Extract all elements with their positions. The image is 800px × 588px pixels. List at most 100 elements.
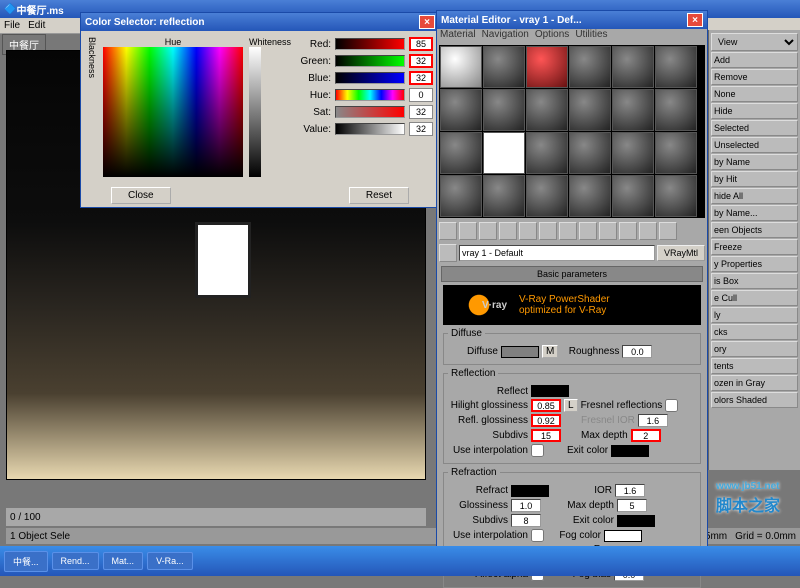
pick-icon[interactable] [439,244,457,262]
cmd-item[interactable]: by Hit [711,171,798,187]
cmd-item[interactable]: Freeze [711,239,798,255]
material-swatch[interactable] [483,132,525,174]
view-dropdown[interactable]: View [711,33,798,51]
refr-maxdepth-spinner[interactable] [617,499,647,512]
material-swatches[interactable] [439,45,705,218]
material-swatch[interactable] [612,132,654,174]
material-name-input[interactable] [459,245,655,261]
l-button[interactable]: L [564,399,578,412]
material-swatch[interactable] [440,89,482,131]
menu-file[interactable]: File [4,20,20,31]
none-button[interactable]: None [711,86,798,102]
channel-value[interactable] [409,122,433,136]
material-swatch[interactable] [569,132,611,174]
cmd-item[interactable]: by Name... [711,205,798,221]
cmd-item[interactable]: tents [711,358,798,374]
material-swatch[interactable] [612,46,654,88]
menu-utilities[interactable]: Utilities [575,29,607,43]
material-swatch[interactable] [440,132,482,174]
material-swatch[interactable] [655,132,697,174]
toolbar-icon[interactable] [519,222,537,240]
toolbar-icon[interactable] [479,222,497,240]
color-titlebar[interactable]: Color Selector: reflection × [81,13,439,31]
close-icon[interactable]: × [419,15,435,29]
channel-value[interactable] [409,71,433,85]
material-swatch[interactable] [526,89,568,131]
toolbar-icon[interactable] [459,222,477,240]
refract-swatch[interactable] [511,485,549,497]
material-swatch[interactable] [526,175,568,217]
material-swatch[interactable] [655,175,697,217]
material-swatch[interactable] [569,89,611,131]
menu-edit[interactable]: Edit [28,20,45,31]
channel-slider[interactable] [335,55,405,67]
toolbar-icon[interactable] [539,222,557,240]
material-swatch[interactable] [655,89,697,131]
material-swatch[interactable] [440,175,482,217]
channel-slider[interactable] [335,106,405,118]
cmd-item[interactable]: Unselected [711,137,798,153]
remove-button[interactable]: Remove [711,69,798,85]
menu-options[interactable]: Options [535,29,569,43]
toolbar-icon[interactable] [439,222,457,240]
material-type-button[interactable]: VRayMtl [657,245,705,261]
cmd-item[interactable]: Selected [711,120,798,136]
add-button[interactable]: Add [711,52,798,68]
hilight-glossiness-spinner[interactable] [531,399,561,412]
cmd-item[interactable]: een Objects [711,222,798,238]
mat-menubar[interactable]: Material Navigation Options Utilities [437,29,707,43]
material-swatch[interactable] [483,89,525,131]
mat-titlebar[interactable]: Material Editor - vray 1 - Def... × [437,11,707,29]
diffuse-map-button[interactable]: M [542,345,558,358]
cmd-item[interactable]: ly [711,307,798,323]
refr-gloss-spinner[interactable] [511,499,541,512]
cmd-item[interactable]: olors Shaded [711,392,798,408]
cmd-item[interactable]: Hide [711,103,798,119]
timeline[interactable]: 0 / 100 [6,508,426,526]
close-button[interactable]: Close [111,187,171,204]
material-swatch[interactable] [655,46,697,88]
menu-navigation[interactable]: Navigation [482,29,529,43]
refl-glossiness-spinner[interactable] [531,414,561,427]
cmd-item[interactable]: y Properties [711,256,798,272]
channel-slider[interactable] [335,123,405,135]
channel-value[interactable] [409,37,433,51]
interp-checkbox[interactable] [531,444,544,457]
channel-slider[interactable] [335,72,405,84]
close-icon[interactable]: × [687,13,703,27]
channel-slider[interactable] [335,89,405,101]
diffuse-swatch[interactable] [501,346,539,358]
cmd-item[interactable]: by Name [711,154,798,170]
toolbar-icon[interactable] [559,222,577,240]
material-swatch[interactable] [526,46,568,88]
toolbar-icon[interactable] [579,222,597,240]
cmd-item[interactable]: ozen in Gray [711,375,798,391]
toolbar-icon[interactable] [499,222,517,240]
material-swatch[interactable] [569,175,611,217]
rollout-basic[interactable]: Basic parameters [441,266,703,282]
channel-value[interactable] [409,105,433,119]
exit-color-swatch[interactable] [611,445,649,457]
material-swatch[interactable] [612,89,654,131]
channel-value[interactable] [409,88,433,102]
material-swatch[interactable] [440,46,482,88]
maxdepth-spinner[interactable] [631,429,661,442]
channel-value[interactable] [409,54,433,68]
toolbar-icon[interactable] [659,222,677,240]
channel-slider[interactable] [335,38,405,50]
cmd-item[interactable]: hide All [711,188,798,204]
material-swatch[interactable] [526,132,568,174]
fresnel-ior-spinner[interactable] [638,414,668,427]
toolbar-icon[interactable] [619,222,637,240]
refr-exit-swatch[interactable] [617,515,655,527]
material-swatch[interactable] [569,46,611,88]
taskbar-button[interactable]: Mat... [103,552,144,570]
material-swatch[interactable] [483,175,525,217]
taskbar-button[interactable]: V-Ra... [147,552,193,570]
roughness-spinner[interactable] [622,345,652,358]
material-swatch[interactable] [612,175,654,217]
whiteness-slider[interactable] [249,47,261,177]
menu-material[interactable]: Material [440,29,476,43]
refr-subdivs-spinner[interactable] [511,514,541,527]
toolbar-icon[interactable] [639,222,657,240]
